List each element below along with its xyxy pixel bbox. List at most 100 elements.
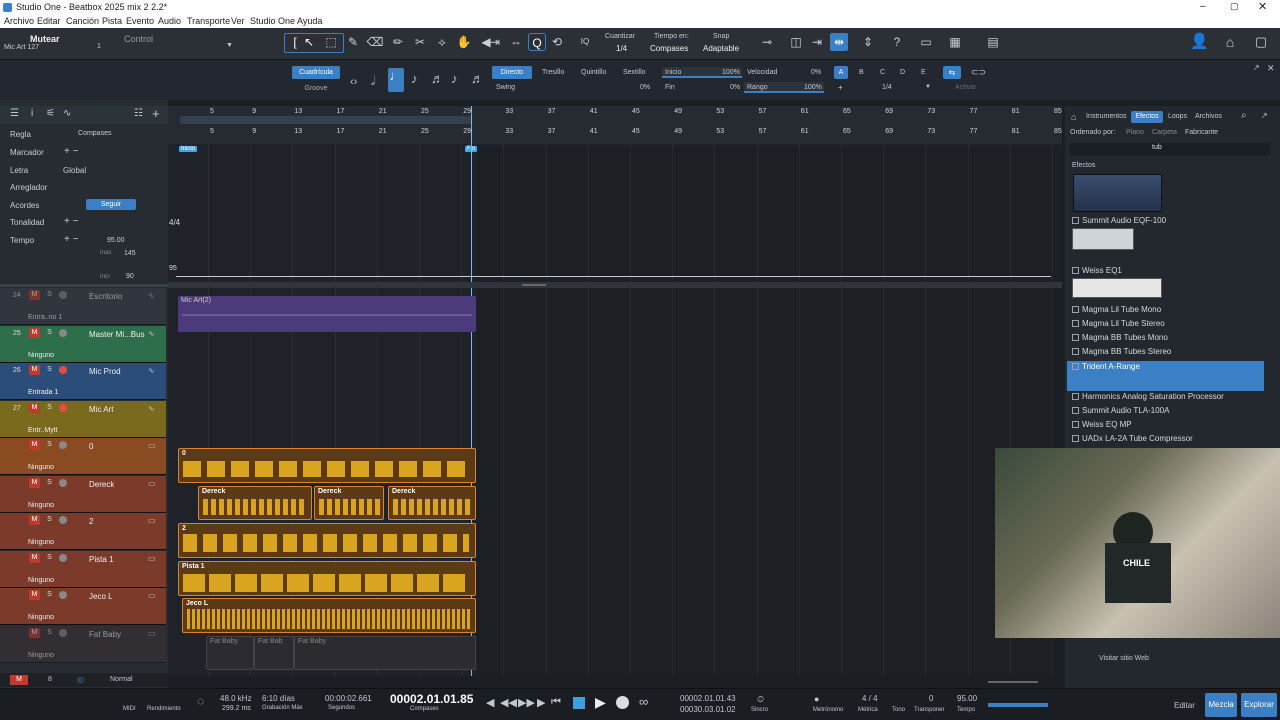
layout-icon[interactable]: ▤ — [984, 33, 1002, 51]
plugin-item[interactable]: Summit Audio TLA-100A — [1072, 406, 1169, 415]
start-marker[interactable]: Inicio — [179, 146, 198, 152]
clip-fatbaby-3[interactable]: Fat Baby — [294, 636, 476, 670]
clip-2[interactable]: 2 — [178, 523, 476, 558]
mute-button[interactable]: M — [29, 515, 40, 525]
tab-efectos[interactable]: Efectos — [1131, 111, 1163, 123]
tresillo-button[interactable]: Tresillo — [542, 69, 564, 76]
cuadricula-button[interactable]: Cuadrícula — [292, 66, 340, 79]
browser-search-icon[interactable]: ⌕ — [1241, 110, 1247, 121]
dotted-note-icon[interactable]: ‹› — [350, 76, 357, 88]
add-track-icon[interactable]: + — [152, 106, 160, 121]
quantize-q-icon[interactable]: Q — [528, 33, 546, 51]
plugin-item[interactable]: Harmonics Analog Saturation Processor — [1072, 392, 1224, 401]
iq-icon[interactable]: IQ — [576, 33, 594, 51]
solo-button[interactable]: S — [44, 328, 55, 338]
tonalidad-add-icon[interactable]: + − — [64, 216, 78, 227]
plugin-item[interactable]: Weiss EQ MP — [1072, 420, 1132, 429]
eighth-note-icon[interactable]: ♪ — [411, 71, 418, 86]
divider-handle[interactable] — [522, 284, 546, 286]
grid-dropdown-icon[interactable]: ▼ — [925, 84, 931, 90]
solo-button[interactable]: S — [44, 515, 55, 525]
arrange-view[interactable]: 5 5 9 9 13 13 17 17 21 21 25 25 29 29 33 33 37 37 41 41 45 45… — [168, 106, 1062, 688]
quarter-note-icon[interactable]: ♩ — [388, 68, 404, 92]
plugin-item[interactable]: Magma Lil Tube Mono — [1072, 305, 1161, 314]
sextillo-button[interactable]: Sextillo — [623, 69, 646, 76]
forward-end-icon[interactable]: ▶ — [537, 696, 545, 709]
clip-0[interactable]: 0 — [178, 448, 476, 483]
transpose-value[interactable]: 0 — [929, 694, 933, 703]
loop-icon[interactable]: ∞ — [639, 694, 648, 709]
loop-right[interactable]: 00030.03.01.02 — [680, 705, 736, 714]
mute-button[interactable]: M — [29, 365, 40, 375]
directo-button[interactable]: Directo — [492, 66, 532, 79]
grid-value[interactable]: 1/4 — [882, 84, 892, 91]
tab-archivos[interactable]: Archivos — [1195, 113, 1222, 120]
info-icon[interactable]: i — [31, 108, 33, 119]
plus-icon[interactable]: + — [838, 83, 843, 92]
browser-home-icon[interactable]: ⌂ — [1071, 112, 1076, 122]
play-icon[interactable]: ▶ — [595, 694, 606, 711]
track-header[interactable]: 24 M S Escritorio Entra..no 1 ∿ — [0, 288, 166, 325]
explorar-button[interactable]: Explorar — [1241, 693, 1277, 717]
track-name[interactable]: Master Mi...Bus — [89, 330, 145, 339]
screen-icon[interactable]: ▭ — [917, 33, 935, 51]
nudge-icon[interactable]: ⇥ — [486, 33, 504, 51]
track-header[interactable]: 25 M S Master Mi...Bus Ninguno ∿ — [0, 325, 166, 363]
envelope-icon[interactable]: ∿ — [63, 108, 71, 119]
paint-tool-icon[interactable]: ✏ — [389, 33, 407, 51]
snap-value[interactable]: Adaptable — [703, 44, 739, 53]
link-icon[interactable]: ◎ — [77, 675, 84, 684]
slot-b-button[interactable]: B — [859, 69, 864, 76]
track-name[interactable]: Fat Baby — [89, 630, 121, 639]
minimize-icon[interactable]: – — [1200, 1, 1206, 12]
plugin-item[interactable]: Magma BB Tubes Stereo — [1072, 347, 1171, 356]
track-input[interactable]: Ninguno — [28, 352, 54, 359]
velocidad-value[interactable]: 0% — [811, 69, 821, 76]
swing-value[interactable]: 0% — [640, 84, 650, 91]
split-tool-icon[interactable]: ✎ — [344, 33, 362, 51]
mute-button[interactable]: M — [29, 590, 40, 600]
eraser-tool-icon[interactable]: ⌫ — [366, 33, 384, 51]
snap-toggle-icon[interactable]: ⊸ — [758, 33, 776, 51]
menu-transporte[interactable]: Transporte — [187, 16, 230, 26]
menu-evento[interactable]: Evento — [126, 16, 154, 26]
mute-button[interactable]: M — [29, 402, 40, 413]
loop-left[interactable]: 00002.01.01.43 — [680, 694, 736, 703]
sort-carpeta[interactable]: Carpeta — [1152, 129, 1177, 136]
tempo-add-icon[interactable]: + − — [64, 234, 78, 245]
track-input[interactable]: Entrada 1 — [28, 389, 58, 396]
regla-value[interactable]: Compases — [78, 130, 111, 137]
record-arm-icon[interactable] — [59, 366, 67, 374]
activar-button[interactable]: Activar — [955, 84, 976, 91]
track-input[interactable]: Ninguno — [28, 539, 54, 546]
tab-loops[interactable]: Loops — [1168, 113, 1187, 120]
track-header[interactable]: M S Pista 1 Ninguno ▭ — [0, 550, 166, 588]
range-tool-icon[interactable]: ⬚ — [322, 33, 340, 51]
mute-button[interactable]: M — [29, 552, 40, 563]
tab-instrumentos[interactable]: Instrumentos — [1086, 113, 1126, 120]
record-arm-icon[interactable] — [59, 403, 67, 412]
browser-expand-icon[interactable]: ↗ — [1261, 111, 1268, 120]
track-header[interactable]: 27 M S Mic Art Entr..Mytt ∿ — [0, 400, 166, 438]
slot-d-button[interactable]: D — [900, 69, 905, 76]
solo-button[interactable]: S — [44, 365, 55, 375]
groove-button[interactable]: Groove — [292, 82, 340, 95]
track-name[interactable]: Pista 1 — [89, 555, 113, 564]
track-list-icon[interactable]: ☷ — [134, 108, 143, 119]
slot-a-button[interactable]: A — [834, 66, 848, 79]
solo-button[interactable]: S — [44, 403, 55, 413]
plugin-item[interactable]: Trident A-Range — [1067, 361, 1264, 391]
plugin-item[interactable]: UADx LA-2A Tube Compressor — [1072, 434, 1193, 443]
stretch-icon[interactable]: ⇔ — [507, 33, 525, 51]
solo-button[interactable]: S — [44, 590, 55, 600]
automation-icon[interactable]: ⚟ — [46, 108, 55, 119]
record-arm-icon[interactable] — [59, 628, 67, 637]
editar-button[interactable]: Editar — [1174, 701, 1195, 710]
horizontal-scrollbar[interactable] — [168, 676, 1062, 688]
align-icon[interactable]: ⇕ — [859, 33, 877, 51]
maximize-icon[interactable]: ▢ — [1230, 1, 1239, 12]
autoscroll-icon[interactable]: ⟲ — [548, 33, 566, 51]
loop-follow-icon[interactable]: ◫ — [787, 33, 805, 51]
bend-tool-icon[interactable]: ⟡ — [433, 33, 451, 51]
record-arm-icon[interactable] — [59, 291, 67, 299]
